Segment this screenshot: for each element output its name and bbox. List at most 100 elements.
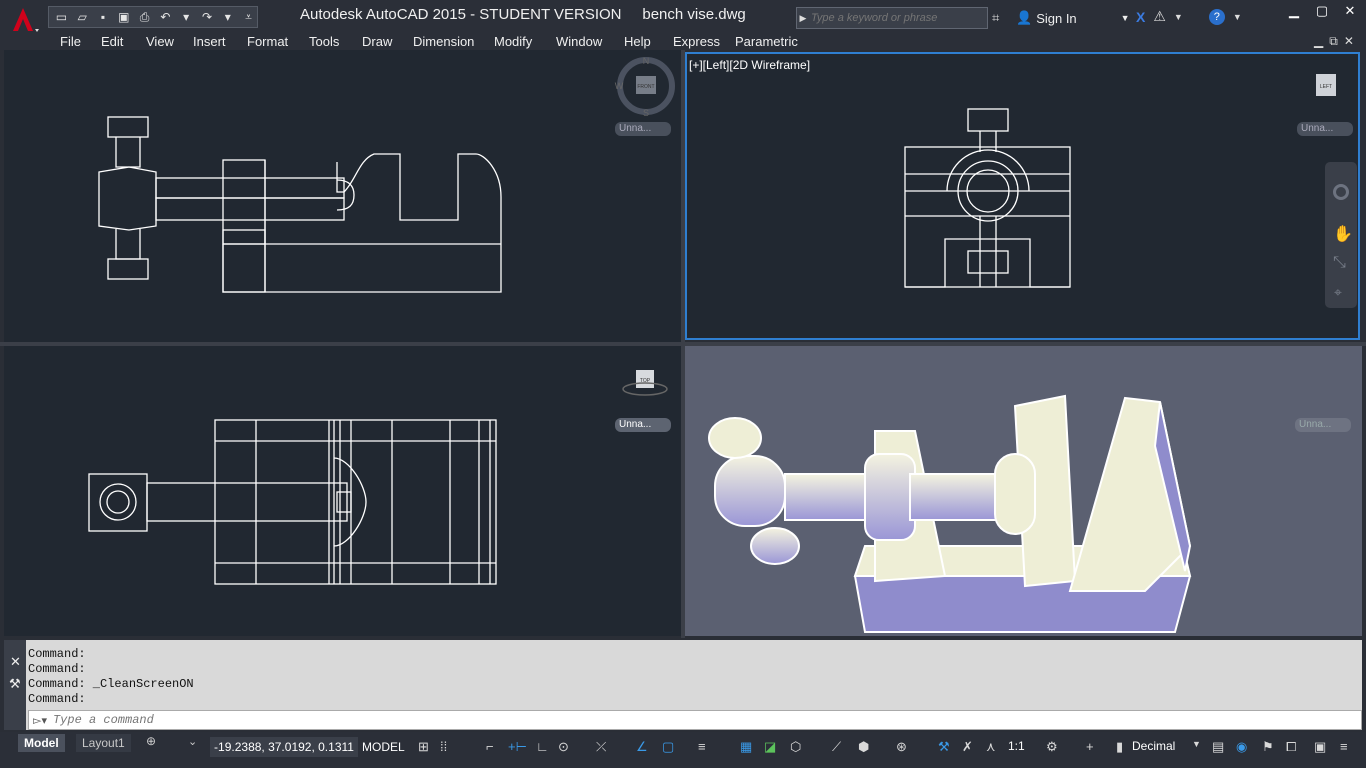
menu-file[interactable]: File [60, 34, 81, 49]
transparency-icon[interactable]: ▦ [740, 739, 752, 755]
search-input[interactable] [809, 11, 983, 25]
viewport-divider-vertical[interactable] [681, 50, 685, 638]
search-expand-icon[interactable]: ▶ [797, 13, 809, 24]
command-input-box: ▻▾ [28, 710, 1362, 730]
units-dropdown[interactable]: Decimal [1132, 739, 1175, 753]
title-toolbar-icons: X ⚠ ▼ ? ▼ [1136, 8, 1242, 25]
tab-model[interactable]: Model [18, 734, 65, 752]
customize-qat-icon[interactable]: ⩡ [240, 9, 257, 25]
viewport-left-active[interactable]: [+][Left][2D Wireframe] LEFT Unna... [685, 52, 1360, 340]
compass-s: S [643, 108, 649, 118]
infer-constraints-icon[interactable]: ⌐ [486, 739, 494, 754]
doc-minimize-icon[interactable]: ▁ [1314, 34, 1323, 49]
annotation-scale-icon[interactable]: ⋏ [986, 739, 996, 755]
customize-wrench-icon[interactable]: ⚒ [9, 676, 21, 692]
save-icon[interactable]: ▪ [95, 9, 112, 25]
gizmo-icon[interactable]: ⊛ [896, 739, 907, 755]
viewport-front[interactable]: FRONT N S W Unna... [4, 50, 681, 342]
menu-edit[interactable]: Edit [101, 34, 123, 49]
menu-tools[interactable]: Tools [309, 34, 339, 49]
dynamic-ucs-icon[interactable]: ⟋ [832, 739, 841, 755]
isolate-objects-icon[interactable]: ⚑ [1262, 739, 1274, 755]
open-file-icon[interactable]: ▱ [74, 9, 91, 25]
help-icon[interactable]: ? [1208, 8, 1225, 25]
ortho-icon[interactable]: ∟ [536, 739, 549, 754]
annotation-visibility-icon[interactable]: ⚒ [938, 739, 950, 755]
viewcube-front[interactable]: FRONT N S W [614, 56, 678, 120]
menu-format[interactable]: Format [247, 34, 288, 49]
command-prompt-icon[interactable]: ▻▾ [29, 714, 51, 727]
units-dropdown-arrow-icon[interactable]: ▼ [1192, 739, 1201, 749]
model-space-button[interactable]: MODEL [362, 737, 405, 757]
status-menu-icon[interactable]: ≡ [1340, 739, 1348, 754]
menu-help[interactable]: Help [624, 34, 651, 49]
viewcube-left[interactable]: LEFT [1312, 68, 1342, 108]
exchange-apps-icon[interactable]: X [1136, 9, 1145, 25]
viewcube-top[interactable]: TOP [616, 348, 678, 398]
sign-in-button[interactable]: 👤 Sign In ▼ [1016, 10, 1130, 26]
menu-draw[interactable]: Draw [362, 34, 392, 49]
redo-icon[interactable]: ↷ [199, 9, 216, 25]
undo-dropdown-icon[interactable]: ▾ [178, 9, 195, 25]
clean-screen-icon[interactable]: ⧠ [1286, 739, 1296, 755]
isometric-icon[interactable]: ⤫ [596, 739, 606, 755]
named-view-dropdown[interactable]: Unna... [1295, 418, 1351, 432]
expand-icon[interactable]: ⌄ [188, 735, 197, 748]
doc-close-icon[interactable]: ✕ [1344, 34, 1354, 49]
add-layout-icon[interactable]: ⊕ [146, 734, 156, 748]
dynamic-input-icon[interactable]: +⊢ [508, 739, 527, 755]
menu-express[interactable]: Express [673, 34, 720, 49]
close-icon[interactable]: ✕ [1336, 0, 1364, 22]
front-view-drawing [98, 116, 502, 293]
annotation-scale-value[interactable]: 1:1 [1008, 739, 1025, 753]
hardware-acceleration-icon[interactable]: ◉ [1236, 739, 1247, 755]
menu-parametric[interactable]: Parametric [735, 34, 798, 49]
workspace-gear-icon[interactable]: ⚙ [1046, 739, 1058, 755]
quick-properties-icon[interactable]: ▤ [1212, 739, 1224, 755]
menu-window[interactable]: Window [556, 34, 602, 49]
tab-layout1[interactable]: Layout1 [76, 734, 131, 752]
maximize-icon[interactable]: ▢ [1308, 0, 1336, 22]
plot-icon[interactable]: ⎙ [136, 9, 153, 25]
chevron-down-icon[interactable]: ▼ [1174, 12, 1183, 22]
minimize-icon[interactable]: ▁ [1280, 0, 1308, 22]
viewport-shaded[interactable]: Unna... [685, 346, 1362, 636]
named-view-dropdown[interactable]: Unna... [1297, 122, 1353, 136]
save-as-icon[interactable]: ▣ [115, 9, 132, 25]
menu-insert[interactable]: Insert [193, 34, 226, 49]
binoculars-icon[interactable]: ⌗ [992, 10, 999, 26]
command-input[interactable] [50, 712, 1335, 728]
auto-scale-icon[interactable]: ✗ [962, 739, 973, 755]
grid-icon[interactable]: ⊞ [418, 739, 429, 755]
selection-filter-icon[interactable]: ⬢ [858, 739, 869, 755]
quick-access-toolbar: ▭ ▱ ▪ ▣ ⎙ ↶ ▾ ↷ ▾ ⩡ [48, 6, 258, 28]
zoom-extents-icon[interactable]: ⤡ [1333, 254, 1346, 272]
help-dropdown-icon[interactable]: ▼ [1233, 12, 1242, 22]
redo-dropdown-icon[interactable]: ▾ [219, 9, 236, 25]
polar-tracking-icon[interactable]: ⊙ [558, 739, 569, 755]
viewport-top[interactable]: TOP Unna... [4, 346, 681, 636]
autocad-logo-button[interactable] [4, 4, 44, 34]
close-command-icon[interactable]: ✕ [10, 654, 21, 670]
new-file-icon[interactable]: ▭ [53, 9, 70, 25]
named-view-dropdown[interactable]: Unna... [615, 122, 671, 136]
a360-icon[interactable]: ⚠ [1153, 8, 1166, 25]
steering-wheel-icon[interactable] [1333, 184, 1349, 200]
orbit-icon[interactable]: ⌖ [1334, 284, 1342, 301]
named-view-dropdown[interactable]: Unna... [615, 418, 671, 432]
selection-cycling-icon[interactable]: ◪ [764, 739, 776, 755]
menu-modify[interactable]: Modify [494, 34, 532, 49]
lineweight-icon[interactable]: ≡ [698, 739, 706, 754]
object-snap-icon[interactable]: ▢ [662, 739, 674, 755]
customization-icon[interactable]: ▣ [1314, 739, 1326, 755]
annotation-monitor-icon[interactable]: + [1086, 739, 1094, 754]
undo-icon[interactable]: ↶ [157, 9, 174, 25]
object-snap-tracking-icon[interactable]: ∠ [636, 739, 648, 755]
menu-view[interactable]: View [146, 34, 174, 49]
doc-restore-icon[interactable]: ⧉ [1329, 34, 1338, 49]
pan-icon[interactable]: ✋ [1333, 224, 1353, 244]
3d-object-snap-icon[interactable]: ⬡ [790, 739, 801, 755]
coordinates-display[interactable]: -19.2388, 37.0192, 0.1311 [210, 737, 358, 757]
snap-icon[interactable]: ⁞⁞ [440, 739, 447, 754]
menu-dimension[interactable]: Dimension [413, 34, 474, 49]
